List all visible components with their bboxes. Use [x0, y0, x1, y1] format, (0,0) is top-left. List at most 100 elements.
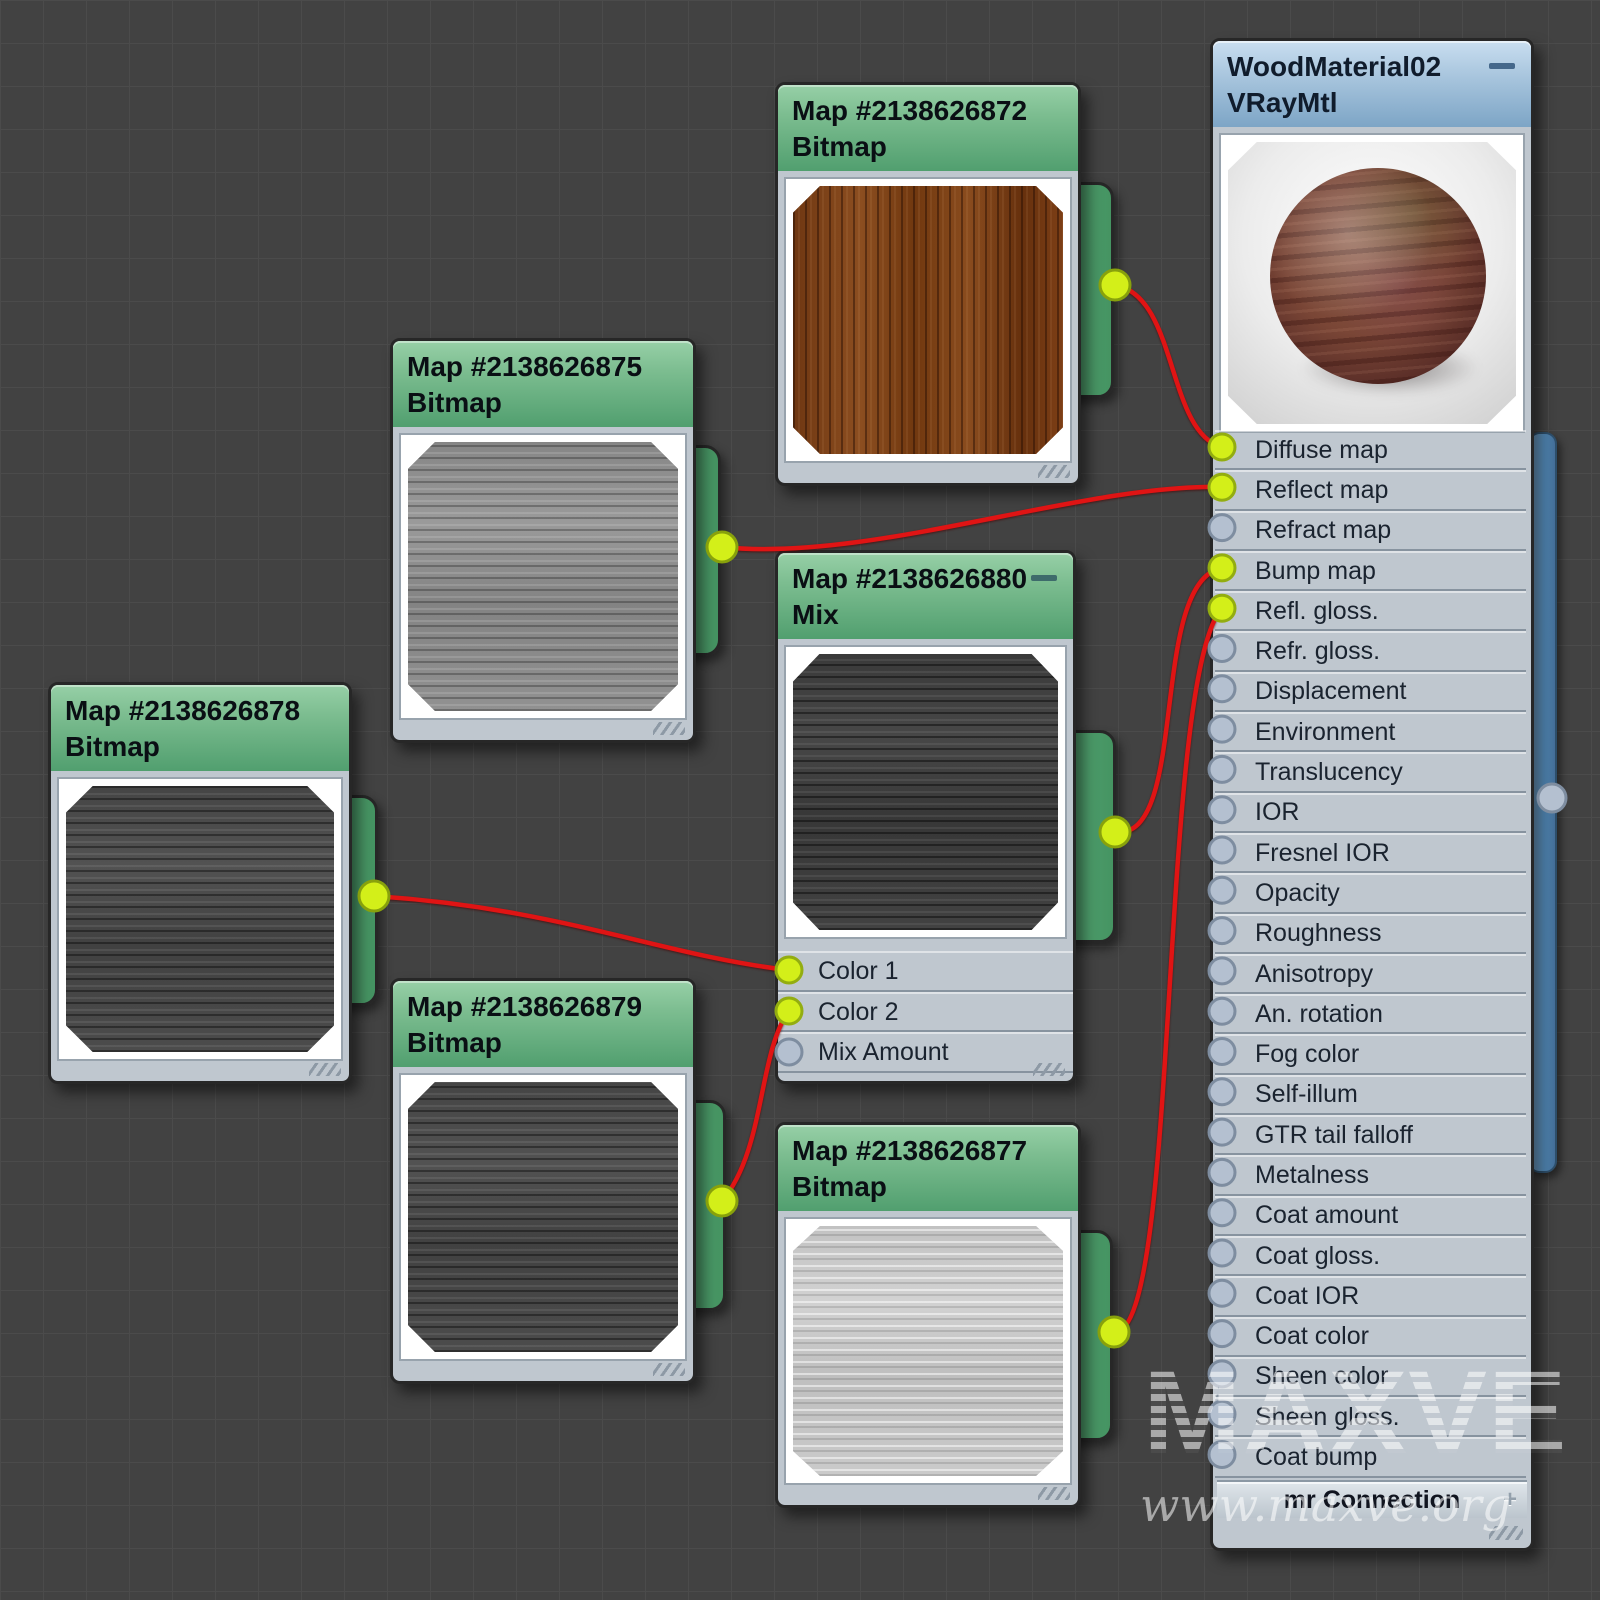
slot-label: Coat bump	[1255, 1443, 1377, 1472]
collapse-node-icon[interactable]	[1489, 63, 1515, 69]
node-type: Bitmap	[792, 129, 1064, 165]
resize-grip-icon[interactable]	[653, 1363, 685, 1376]
slot-row: Diffuse map	[1215, 430, 1526, 470]
resize-grip-icon[interactable]	[1038, 465, 1070, 478]
node-header[interactable]: Map #2138626880 Mix	[778, 553, 1073, 639]
node-title: Map #2138626875	[407, 349, 679, 385]
mr-connection-bar[interactable]: mr Connection +	[1217, 1482, 1527, 1518]
slot-label: Roughness	[1255, 919, 1381, 948]
node-header[interactable]: Map #2138626877 Bitmap	[778, 1125, 1078, 1211]
slot-label: Self-illum	[1255, 1080, 1358, 1109]
node-header[interactable]: Map #2138626878 Bitmap	[51, 685, 349, 771]
texture-preview-panel	[784, 645, 1067, 939]
slot-label: IOR	[1255, 798, 1299, 827]
slot-label: GTR tail falloff	[1255, 1121, 1413, 1150]
node-footer	[778, 1073, 1073, 1081]
node-title: Map #2138626872	[792, 93, 1064, 129]
node-footer	[393, 1361, 693, 1381]
slot-row: Reflect map	[1215, 470, 1526, 510]
slot-row: Coat IOR	[1215, 1276, 1526, 1316]
texture-preview-panel	[399, 433, 687, 720]
slot-label: Sheen color	[1255, 1362, 1388, 1391]
wire-2872-to-diffuse-map[interactable]	[1115, 285, 1221, 447]
slot-row: Color 2	[778, 992, 1073, 1033]
node-bitmap-2138626877[interactable]: Map #2138626877 Bitmap	[775, 1122, 1081, 1508]
texture-preview-panel	[784, 1217, 1072, 1485]
slot-row: Color 1	[778, 951, 1073, 992]
slot-row: Bump map	[1215, 551, 1526, 591]
slot-row: Roughness	[1215, 914, 1526, 954]
resize-grip-icon[interactable]	[1033, 1063, 1065, 1076]
resize-grip-icon[interactable]	[1489, 1526, 1523, 1540]
slot-label: Refl. gloss.	[1255, 597, 1379, 626]
node-header[interactable]: WoodMaterial02 VRayMtl	[1213, 41, 1531, 127]
slot-label: Color 1	[818, 957, 899, 986]
slot-row: Sheen gloss.	[1215, 1397, 1526, 1437]
wood-texture-thumbnail	[66, 786, 334, 1052]
slot-row: IOR	[1215, 793, 1526, 833]
wire-2878-to-color-1[interactable]	[374, 896, 788, 970]
wire-2877-to-refl-gloss[interactable]	[1114, 609, 1221, 1332]
slot-row: Metalness	[1215, 1155, 1526, 1195]
slot-label: Coat gloss.	[1255, 1242, 1380, 1271]
wood-texture-thumbnail	[793, 1226, 1063, 1476]
node-header[interactable]: Map #2138626879 Bitmap	[393, 981, 693, 1067]
vray-slot-list: Diffuse map Reflect map Refract map Bump…	[1215, 430, 1526, 1478]
slot-label: Translucency	[1255, 758, 1403, 787]
mr-connection-label: mr Connection	[1284, 1486, 1460, 1515]
node-header[interactable]: Map #2138626872 Bitmap	[778, 85, 1078, 171]
resize-grip-icon[interactable]	[309, 1063, 341, 1076]
node-type: Bitmap	[407, 385, 679, 421]
slot-label: Fog color	[1255, 1040, 1359, 1069]
node-bitmap-2138626872[interactable]: Map #2138626872 Bitmap	[775, 82, 1081, 486]
material-sphere-preview	[1270, 168, 1486, 384]
texture-preview-panel	[399, 1073, 687, 1361]
slot-label: Reflect map	[1255, 476, 1388, 505]
node-bitmap-2138626875[interactable]: Map #2138626875 Bitmap	[390, 338, 696, 743]
slot-row: Opacity	[1215, 873, 1526, 913]
wood-texture-thumbnail	[793, 186, 1063, 454]
slot-row: Coat gloss.	[1215, 1236, 1526, 1276]
node-title: Map #2138626877	[792, 1133, 1064, 1169]
mix-texture-thumbnail	[793, 654, 1058, 930]
slot-label: Sheen gloss.	[1255, 1403, 1400, 1432]
slot-label: Refr. gloss.	[1255, 637, 1380, 666]
slot-row: Refr. gloss.	[1215, 631, 1526, 671]
slot-label: Coat IOR	[1255, 1282, 1359, 1311]
node-graph-canvas[interactable]: Map #2138626872 Bitmap Map #2138626875 B…	[0, 0, 1600, 1600]
node-bitmap-2138626878[interactable]: Map #2138626878 Bitmap	[48, 682, 352, 1084]
node-footer	[778, 1485, 1078, 1505]
node-title: Map #2138626879	[407, 989, 679, 1025]
slot-label: Anisotropy	[1255, 960, 1373, 989]
node-type: Bitmap	[792, 1169, 1064, 1205]
resize-grip-icon[interactable]	[1038, 1487, 1070, 1500]
slot-row: Refract map	[1215, 511, 1526, 551]
slot-label: Opacity	[1255, 879, 1340, 908]
slot-label: Mix Amount	[818, 1038, 949, 1067]
slot-label: Environment	[1255, 718, 1395, 747]
texture-preview-panel	[784, 177, 1072, 463]
expand-plus-icon[interactable]: +	[1503, 1486, 1517, 1514]
node-bitmap-2138626879[interactable]: Map #2138626879 Bitmap	[390, 978, 696, 1384]
collapse-node-icon[interactable]	[1031, 575, 1057, 581]
resize-grip-icon[interactable]	[653, 722, 685, 735]
node-type: Mix	[792, 597, 1059, 633]
node-mix-2138626880[interactable]: Map #2138626880 Mix Color 1 Color 2 Mix …	[775, 550, 1076, 1084]
slot-label: Fresnel IOR	[1255, 839, 1390, 868]
slot-row: Coat amount	[1215, 1196, 1526, 1236]
slot-label: Bump map	[1255, 557, 1376, 586]
node-title: Map #2138626878	[65, 693, 335, 729]
node-header[interactable]: Map #2138626875 Bitmap	[393, 341, 693, 427]
node-vraymtl-woodmaterial02[interactable]: WoodMaterial02 VRayMtl Diffuse map Refle…	[1210, 38, 1534, 1551]
node-footer	[778, 463, 1078, 483]
wood-texture-thumbnail	[408, 442, 678, 711]
slot-label: Displacement	[1255, 677, 1406, 706]
node-footer	[393, 720, 693, 740]
slot-label: Coat amount	[1255, 1201, 1398, 1230]
slot-row: Coat bump	[1215, 1437, 1526, 1477]
slot-row: Coat color	[1215, 1317, 1526, 1357]
node-type: VRayMtl	[1227, 85, 1517, 121]
wire-2875-to-reflect-map[interactable]	[722, 487, 1221, 549]
slot-row: Sheen color	[1215, 1357, 1526, 1397]
wire-mix-to-bump-map[interactable]	[1115, 568, 1221, 832]
